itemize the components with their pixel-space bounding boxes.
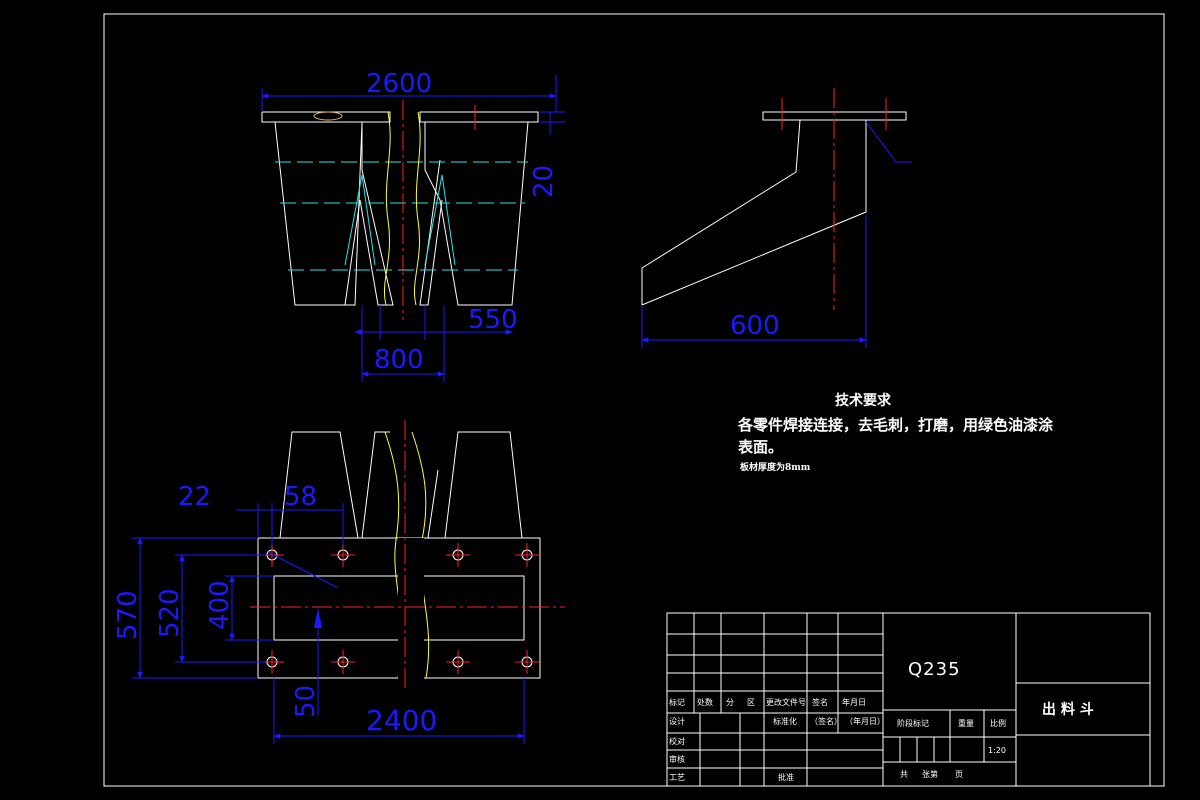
plan-hopper-mid	[361, 431, 390, 539]
leader	[267, 551, 339, 589]
dim-plan-inner-height: 400	[205, 580, 235, 630]
tb-label-proofread: 校对	[669, 736, 685, 746]
tb-label-date-paren: （年月日）	[845, 716, 885, 726]
tb-label-design: 设计	[669, 716, 685, 726]
tb-label-review: 审核	[669, 754, 685, 764]
front-flange-left	[261, 111, 391, 123]
dim-plan-edge-offset: 50	[291, 685, 321, 718]
tech-req-line3: 板材厚度为8mm	[740, 461, 811, 473]
tb-label-sign: 签名	[812, 697, 828, 707]
break-gap-left	[398, 538, 424, 679]
tb-part-name: 出 料 斗	[1042, 701, 1094, 718]
front-view: 2600 20 550 800	[261, 69, 565, 382]
plan-hopper-right	[444, 431, 523, 539]
tb-label-mark: 标记	[669, 697, 685, 707]
drawing-frame	[103, 13, 1165, 787]
break-line	[413, 111, 421, 306]
break-line	[383, 111, 391, 306]
tb-label-scale: 比例	[990, 718, 1006, 728]
title-block	[666, 612, 1151, 787]
hidden-inner-v	[344, 174, 456, 266]
title-block-frame	[666, 612, 1151, 787]
tb-label-stage-mark: 阶段标记	[897, 718, 929, 728]
cad-drawing-canvas: 2600 20 550 800 600 22 58 570 520 400 50…	[103, 13, 1165, 787]
dim-side-depth: 600	[730, 311, 780, 341]
side-outline	[641, 119, 867, 306]
tb-label-approve: 批准	[778, 772, 794, 782]
tb-scale-value: 1:20	[988, 746, 1006, 755]
side-view: 600	[641, 88, 912, 348]
tb-label-zone: 分	[726, 698, 734, 707]
tb-label-page: 页	[955, 770, 963, 779]
tb-label-sheets: 张第	[922, 769, 938, 779]
tb-label-weight: 重量	[958, 718, 974, 728]
tb-label-process: 工艺	[669, 773, 685, 782]
tb-label-zone2: 区	[747, 698, 755, 707]
dim-top-width: 2600	[366, 69, 432, 99]
tb-label-count: 处数	[697, 697, 713, 707]
front-flange-right	[419, 111, 539, 123]
tech-req-line2: 表面。	[738, 438, 783, 456]
dim-plan-length: 2400	[366, 704, 437, 737]
tech-req-line1: 各零件焊接连接，去毛刺，打磨，用绿色油漆涂	[737, 416, 1054, 434]
technical-requirements: 技术要求 各零件焊接连接，去毛刺，打磨，用绿色油漆涂 表面。 板材厚度为8mm	[737, 392, 1054, 473]
title-block-text: Q235 出 料 斗 标记 处数 分 区 更改文件号 签名 年月日 设计 标准化…	[669, 659, 1094, 782]
tb-label-sign-paren: （签名）	[810, 716, 842, 726]
tb-label-date: 年月日	[842, 697, 866, 707]
dim-hole-offset: 22	[178, 482, 211, 512]
dim-arrow	[314, 608, 322, 628]
plan-hopper-right-inner	[427, 469, 439, 539]
leader	[865, 121, 897, 163]
dim-plan-outer-height: 570	[113, 590, 143, 640]
tb-material: Q235	[908, 659, 961, 680]
dim-bottom-gap: 550	[468, 305, 518, 335]
tech-req-title: 技术要求	[835, 392, 892, 409]
dim-hole-pitch: 58	[284, 482, 317, 512]
dim-plan-hole-height: 520	[155, 588, 185, 638]
dim-flange-thickness: 20	[529, 165, 559, 198]
tb-label-standardize: 标准化	[773, 716, 797, 726]
tb-label-change-doc: 更改文件号	[766, 697, 806, 707]
tb-label-total: 共	[900, 770, 908, 779]
weld-symbol	[313, 111, 343, 121]
dim-bottom-span: 800	[374, 345, 424, 375]
plan-view: 22 58 570 520 400 50 2400	[113, 420, 565, 744]
